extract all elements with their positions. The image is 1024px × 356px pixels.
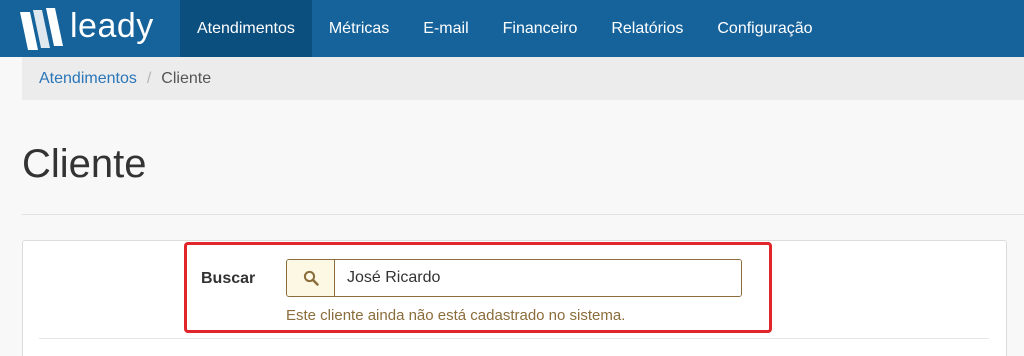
nav-item-metricas[interactable]: Métricas [312,0,406,57]
search-label: Buscar [201,270,256,287]
nav-item-relatorios[interactable]: Relatórios [594,0,700,57]
brand-name: leady [70,6,154,45]
nav-item-financeiro[interactable]: Financeiro [486,0,595,57]
breadcrumb-current: Cliente [161,69,212,87]
search-input-group [286,259,742,297]
nav-item-atendimentos[interactable]: Atendimentos [180,0,312,57]
panel-divider [39,338,989,339]
nav-item-email[interactable]: E-mail [406,0,485,57]
search-icon[interactable] [287,260,335,296]
breadcrumb-separator: / [146,69,152,87]
breadcrumb: Atendimentos / Cliente [22,57,1024,100]
top-navbar: leady Atendimentos Métricas E-mail Finan… [0,0,1024,57]
search-input[interactable] [335,260,741,296]
brand-logo[interactable]: leady [0,0,180,57]
nav-item-configuracao[interactable]: Configuração [700,0,829,57]
breadcrumb-atendimentos-link[interactable]: Atendimentos [39,70,137,88]
leady-logo-icon [18,6,64,52]
title-divider [22,214,1024,215]
page-title: Cliente [22,142,147,186]
search-help-text: Este cliente ainda não está cadastrado n… [286,307,626,324]
